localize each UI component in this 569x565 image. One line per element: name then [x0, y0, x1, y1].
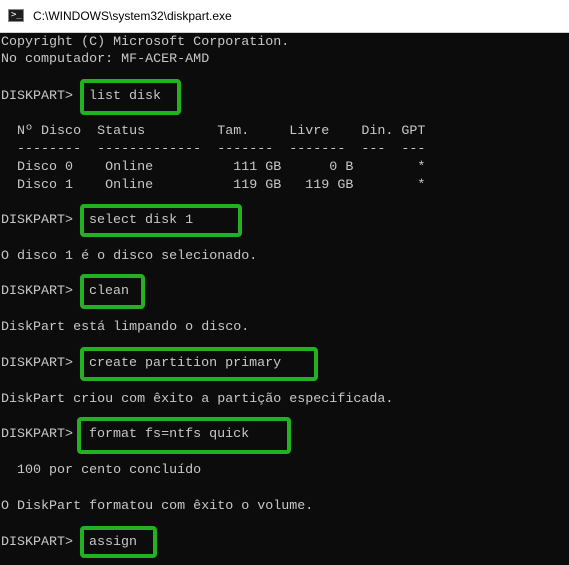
window-title: C:\WINDOWS\system32\diskpart.exe [33, 9, 232, 23]
message-disk-selected: O disco 1 é o disco selecionado. [1, 249, 258, 264]
disk-table-separator: -------- ------------- ------- ------- -… [1, 142, 426, 157]
prompt-label: DISKPART> [1, 213, 82, 228]
message-partition-created: DiskPart criou com êxito a partição espe… [1, 392, 394, 407]
command-highlight-box [80, 274, 145, 309]
command-highlight-box [80, 347, 318, 381]
command-highlight-box [80, 79, 181, 115]
message-cleaning: DiskPart está limpando o disco. [1, 320, 250, 335]
prompt-label: DISKPART> [1, 427, 82, 442]
prompt-label: DISKPART> [1, 89, 82, 104]
console-window-icon: >_ [8, 9, 24, 22]
prompt-label: DISKPART> [1, 284, 82, 299]
prompt-label: DISKPART> [1, 356, 82, 371]
computer-name-line: No computador: MF-ACER-AMD [1, 52, 210, 67]
message-format-progress: 100 por cento concluído [1, 463, 202, 478]
diskpart-window: >_ C:\WINDOWS\system32\diskpart.exe Copy… [0, 0, 569, 565]
message-format-success: O DiskPart formatou com êxito o volume. [1, 499, 314, 514]
disk-table-header: Nº Disco Status Tam. Livre Din. GPT [1, 124, 426, 139]
console-output[interactable]: Copyright (C) Microsoft Corporation. No … [0, 33, 569, 565]
copyright-line: Copyright (C) Microsoft Corporation. [1, 35, 290, 50]
command-highlight-box [80, 526, 157, 558]
disk-table-row: Disco 1 Online 119 GB 119 GB * [1, 178, 426, 193]
command-highlight-box [80, 204, 242, 237]
prompt-label: DISKPART> [1, 535, 82, 550]
disk-table-row: Disco 0 Online 111 GB 0 B * [1, 160, 426, 175]
command-highlight-box [77, 417, 291, 454]
title-bar[interactable]: >_ C:\WINDOWS\system32\diskpart.exe [0, 0, 569, 33]
